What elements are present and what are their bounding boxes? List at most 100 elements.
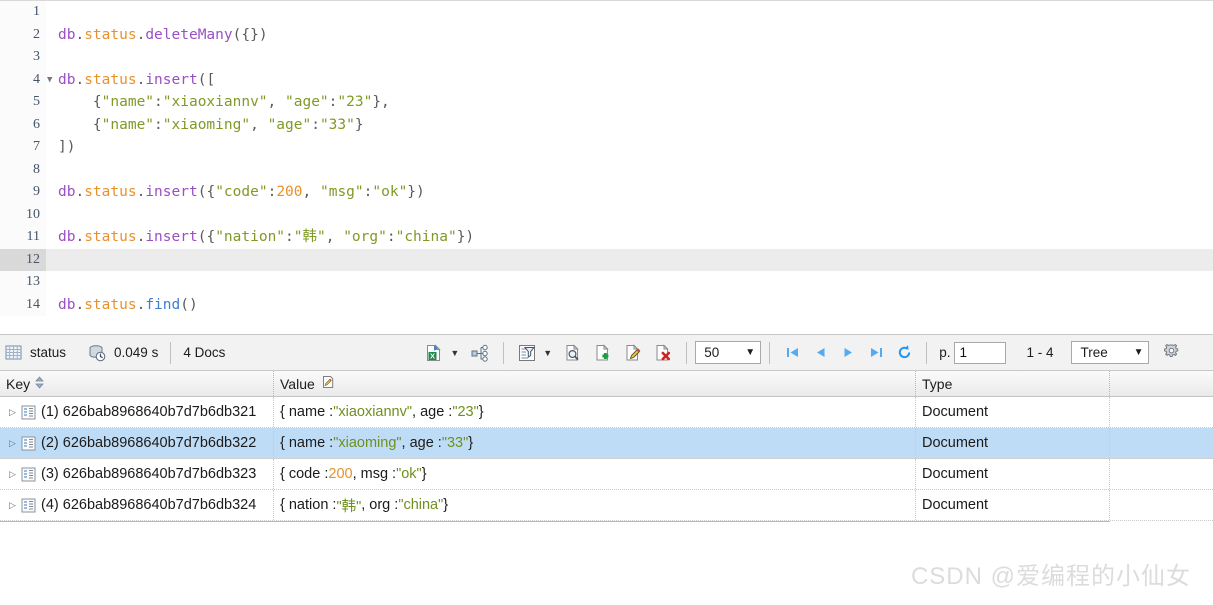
code-token: : xyxy=(386,229,396,245)
column-header-value[interactable]: Value xyxy=(274,371,916,396)
query-duration: 0.049 s xyxy=(84,342,162,364)
value-token: } xyxy=(478,404,484,420)
page-number-input[interactable] xyxy=(954,341,1007,364)
code-line[interactable]: 6 {"name":"xiaoming", "age":"33"} xyxy=(0,113,1213,136)
code-line[interactable]: 1 xyxy=(0,1,1213,24)
code-line[interactable]: 10 xyxy=(0,203,1213,226)
export-dropdown-caret[interactable]: ▼ xyxy=(450,348,459,358)
code-token: status xyxy=(84,71,137,88)
code-token: . xyxy=(75,26,85,43)
column-header-type[interactable]: Type xyxy=(916,371,1110,396)
previous-page-icon[interactable] xyxy=(806,341,834,365)
code-token: status xyxy=(84,296,137,313)
code-token: ]) xyxy=(58,139,76,155)
table-row[interactable]: ▷ (3) 626bab8968640b7d7b6db323 { code : 20… xyxy=(0,459,1213,490)
code-line-text: db.status.insert([ xyxy=(58,69,1213,92)
code-token: "xiaoxiannv" xyxy=(162,94,268,110)
sort-arrows-icon[interactable] xyxy=(35,375,44,392)
code-line[interactable]: 4 ▼ db.status.insert([ xyxy=(0,68,1213,92)
document-tree-icon xyxy=(21,405,36,420)
value-token: 200 xyxy=(328,466,353,482)
query-code-editor[interactable]: 1 2 db.status.deleteMany({}) 3 4 ▼ db.status.i… xyxy=(0,0,1213,334)
table-row[interactable]: ▷ (4) 626bab8968640b7d7b6db324 { nation : … xyxy=(0,490,1213,521)
code-line-text xyxy=(58,249,1213,272)
code-line[interactable]: 7]) xyxy=(0,136,1213,159)
code-line[interactable]: 14 db.status.find() xyxy=(0,293,1213,317)
code-line[interactable]: 13 xyxy=(0,271,1213,294)
cell-key: ▷ (1) 626bab8968640b7d7b6db321 xyxy=(0,397,274,427)
value-token: , age : xyxy=(412,404,453,420)
code-line[interactable]: 2 db.status.deleteMany({}) xyxy=(0,23,1213,46)
column-header-key-label: Key xyxy=(6,375,31,392)
code-line-text xyxy=(58,159,1213,182)
code-line-text xyxy=(58,1,1213,24)
grid-header-row: Key Value Type xyxy=(0,371,1213,397)
value-token: { nation : xyxy=(280,497,337,513)
value-token: "china" xyxy=(398,497,444,513)
grid-body: ▷ (1) 626bab8968640b7d7b6db321 { name : "x… xyxy=(0,397,1213,522)
row-expander-icon[interactable]: ▷ xyxy=(6,500,19,511)
code-line[interactable]: 3 xyxy=(0,46,1213,69)
toolbar-divider-4 xyxy=(769,341,771,364)
first-page-icon[interactable] xyxy=(778,341,806,365)
code-token: { xyxy=(58,94,102,110)
code-token: "ok" xyxy=(372,184,408,200)
code-token: db xyxy=(58,184,76,200)
code-token: , xyxy=(325,229,344,245)
line-number: 3 xyxy=(0,46,46,69)
table-row[interactable]: ▷ (1) 626bab8968640b7d7b6db321 { name : "x… xyxy=(0,397,1213,428)
refresh-icon[interactable] xyxy=(890,341,918,365)
cell-value: { nation : "韩", org : "china" } xyxy=(274,490,916,520)
last-page-icon[interactable] xyxy=(862,341,890,365)
export-excel-button[interactable]: X xyxy=(421,341,447,365)
edit-document-button[interactable] xyxy=(620,341,646,365)
code-line[interactable]: 8 xyxy=(0,158,1213,182)
code-token: "china" xyxy=(395,229,457,245)
row-expander-icon[interactable]: ▷ xyxy=(6,469,19,480)
code-token: } xyxy=(354,116,364,133)
value-token: "23" xyxy=(452,404,479,420)
view-mode-select[interactable]: Tree ▼ xyxy=(1071,341,1150,364)
export-hierarchy-button[interactable] xyxy=(467,341,493,365)
table-row[interactable]: ▷ (2) 626bab8968640b7d7b6db322 { name : "x… xyxy=(0,428,1213,459)
value-token: "33" xyxy=(441,435,469,451)
code-line[interactable]: 11 db.status.insert({"nation":"韩", "org":… xyxy=(0,226,1213,249)
code-token: , xyxy=(302,184,320,200)
code-line[interactable]: 9 db.status.insert({"code":200, "msg":"ok… xyxy=(0,181,1213,204)
filter-funnel-button[interactable] xyxy=(514,341,540,365)
code-token: ([ xyxy=(197,71,216,88)
add-document-button[interactable] xyxy=(590,341,616,365)
code-line[interactable]: 5 {"name":"xiaoxiannv", "age":"23"}, xyxy=(0,91,1213,114)
row-expander-icon[interactable]: ▷ xyxy=(6,407,19,418)
column-header-key[interactable]: Key xyxy=(0,371,274,396)
code-line-text: ]) xyxy=(58,136,1213,159)
gear-icon[interactable] xyxy=(1159,341,1185,365)
view-document-button[interactable] xyxy=(560,341,586,365)
cell-value: { name : "xiaoxiannv", age : "23" } xyxy=(274,397,916,427)
page-size-select[interactable]: 50 ▼ xyxy=(695,341,762,364)
app-root: 1 2 db.status.deleteMany({}) 3 4 ▼ db.status.i… xyxy=(0,0,1213,605)
line-number: 7 xyxy=(0,136,46,159)
delete-document-button[interactable] xyxy=(650,341,676,365)
code-token: : xyxy=(267,184,277,200)
filter-dropdown-caret[interactable]: ▼ xyxy=(543,348,552,358)
row-expander-icon[interactable]: ▷ xyxy=(6,438,19,449)
cell-key-label: (2) 626bab8968640b7d7b6db322 xyxy=(41,435,257,451)
code-token: () xyxy=(180,296,198,313)
cell-value: { name : "xiaoming", age : "33" } xyxy=(274,428,916,458)
code-token: status xyxy=(84,229,137,245)
code-line-text: db.status.find() xyxy=(58,294,1213,317)
cell-type: Document xyxy=(916,459,1110,489)
code-line-text xyxy=(58,271,1213,294)
toolbar-divider-2 xyxy=(503,341,505,364)
code-token: db xyxy=(58,71,76,88)
value-token: "xiaoxiannv" xyxy=(333,404,413,420)
code-token: }) xyxy=(456,229,475,245)
code-token: "xiaoming" xyxy=(162,116,251,133)
collection-info: status xyxy=(0,342,70,364)
code-line[interactable]: 12 xyxy=(0,248,1213,272)
code-token: : xyxy=(154,94,163,110)
cell-key-label: (3) 626bab8968640b7d7b6db323 xyxy=(41,466,257,482)
next-page-icon[interactable] xyxy=(834,341,862,365)
edit-note-icon[interactable] xyxy=(321,375,335,392)
